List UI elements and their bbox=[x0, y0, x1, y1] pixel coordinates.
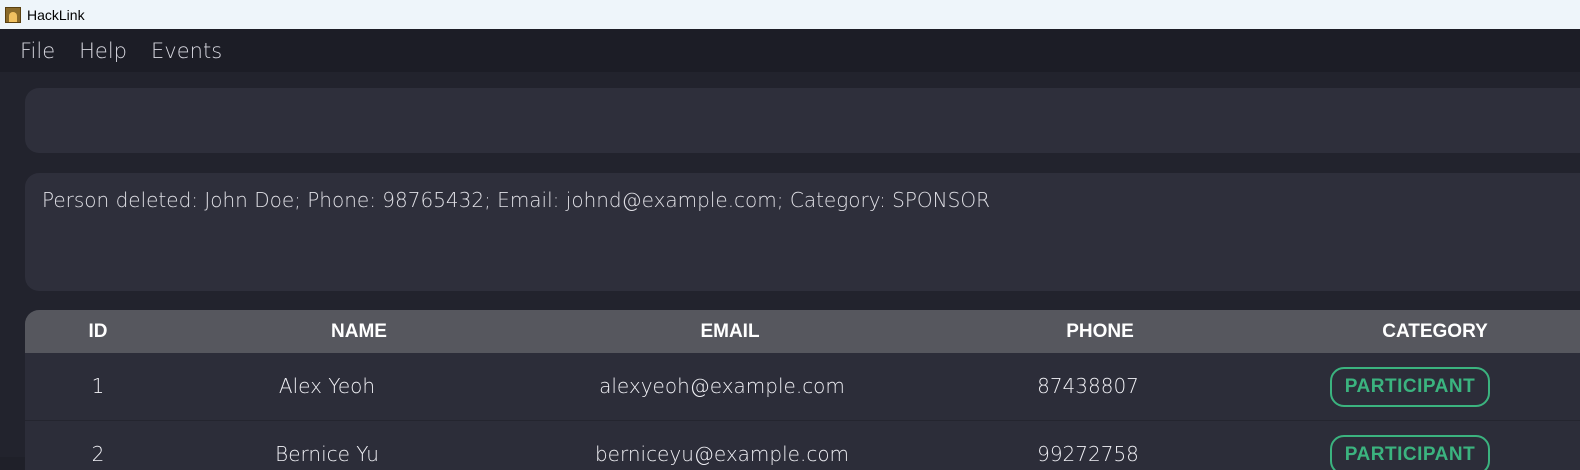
app-icon bbox=[5, 6, 21, 23]
cell-phone: 99272758 bbox=[1037, 442, 1139, 466]
header-id[interactable]: ID bbox=[89, 310, 108, 353]
header-category[interactable]: CATEGORY bbox=[1382, 310, 1488, 353]
header-email[interactable]: EMAIL bbox=[700, 310, 759, 353]
header-phone[interactable]: PHONE bbox=[1066, 310, 1134, 353]
cell-id: 2 bbox=[91, 442, 105, 466]
table-row[interactable]: 2 Bernice Yu berniceyu@example.com 99272… bbox=[25, 421, 1580, 470]
result-display: Person deleted: John Doe; Phone: 9876543… bbox=[25, 173, 1580, 291]
cell-id: 1 bbox=[91, 374, 105, 398]
category-badge: PARTICIPANT bbox=[1330, 435, 1490, 470]
result-message: Person deleted: John Doe; Phone: 9876543… bbox=[42, 188, 990, 212]
header-name[interactable]: NAME bbox=[331, 310, 387, 353]
category-badge: PARTICIPANT bbox=[1330, 367, 1490, 407]
menu-help[interactable]: Help bbox=[79, 39, 127, 63]
window-title: HackLink bbox=[27, 6, 85, 23]
cell-name: Bernice Yu bbox=[275, 442, 379, 466]
table-header: ID NAME EMAIL PHONE CATEGORY bbox=[25, 310, 1580, 353]
main-panel: Person deleted: John Doe; Phone: 9876543… bbox=[0, 72, 1580, 470]
cell-phone: 87438807 bbox=[1037, 374, 1139, 398]
menu-file[interactable]: File bbox=[20, 39, 55, 63]
cell-name: Alex Yeoh bbox=[278, 374, 376, 398]
menu-events[interactable]: Events bbox=[151, 39, 222, 63]
table-row[interactable]: 1 Alex Yeoh alexyeoh@example.com 8743880… bbox=[25, 353, 1580, 421]
cell-email: alexyeoh@example.com bbox=[599, 374, 845, 398]
title-bar: HackLink bbox=[0, 0, 1580, 29]
command-input[interactable] bbox=[25, 88, 1580, 153]
cell-email: berniceyu@example.com bbox=[594, 442, 850, 466]
person-table: ID NAME EMAIL PHONE CATEGORY 1 Alex Yeoh… bbox=[25, 310, 1580, 470]
menu-bar: File Help Events bbox=[0, 29, 1580, 72]
